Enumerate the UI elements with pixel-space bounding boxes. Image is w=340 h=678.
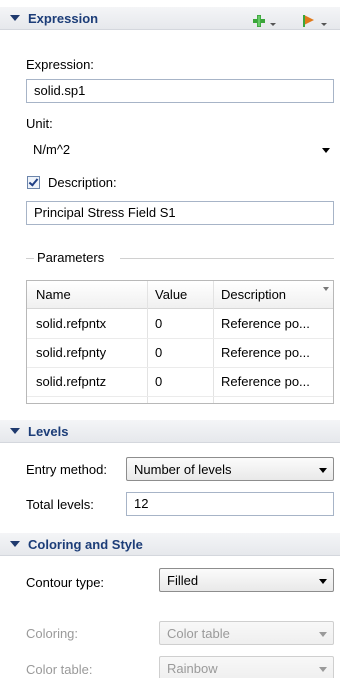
row-divider [27,396,333,397]
column-header-name[interactable]: Name [36,287,71,302]
parameters-group-line [26,258,34,259]
entry-method-select[interactable]: Number of levels [126,457,334,481]
chevron-down-icon [319,667,327,672]
color-table-label: Color table: [26,662,93,677]
chevron-down-icon [322,148,330,153]
chevron-down-icon [319,468,327,473]
table-row[interactable]: solid.refpnty 0 Reference po... [27,339,333,367]
coloring-label: Coloring: [26,626,79,641]
cell-name: solid.refpntz [36,374,107,389]
section-title: Expression [28,10,99,26]
parameters-label: Parameters [37,250,105,265]
replace-expression-button[interactable] [300,8,330,30]
parameters-group-line [120,258,334,259]
levels-section-header[interactable]: Levels [0,419,340,443]
chevron-down-icon [270,23,276,26]
coloring-section-header[interactable]: Coloring and Style [0,532,340,556]
table-row[interactable]: solid.refpntz 0 Reference po... [27,368,333,396]
cell-description: Reference po... [221,316,310,331]
section-title: Coloring and Style [28,536,143,552]
coloring-select[interactable]: Color table [159,621,334,645]
total-levels-input[interactable]: 12 [126,492,334,516]
column-header-value[interactable]: Value [155,287,187,302]
collapse-triangle-icon [10,541,20,547]
parameters-table: Name Value Description solid.refpntx 0 R… [26,280,334,404]
contour-type-select[interactable]: Filled [159,568,334,592]
unit-label: Unit: [26,116,53,131]
contour-type-value: Filled [167,573,199,588]
unit-select[interactable]: N/m^2 [26,138,334,162]
cell-name: solid.refpntx [36,316,107,331]
expression-section-header[interactable]: Expression [0,6,340,30]
cell-name: solid.refpnty [36,345,107,360]
cell-value: 0 [155,316,163,331]
check-icon [28,176,39,187]
color-table-value: Rainbow [167,661,218,676]
collapse-triangle-icon [10,15,20,21]
contour-type-label: Contour type: [26,575,105,590]
table-header: Name Value Description [27,281,333,309]
color-table-select[interactable]: Rainbow [159,656,334,678]
description-checkbox[interactable] [27,176,40,189]
entry-method-value: Number of levels [134,462,232,477]
expression-label: Expression: [26,57,94,72]
section-title: Levels [28,423,69,439]
unit-value: N/m^2 [33,142,71,157]
chevron-down-icon [321,23,327,26]
entry-method-label: Entry method: [26,462,107,477]
add-expression-button[interactable] [250,8,278,30]
chevron-down-icon [323,287,329,291]
coloring-value: Color table [167,626,230,641]
chevron-down-icon [319,579,327,584]
description-label: Description: [48,175,117,190]
description-input[interactable]: Principal Stress Field S1 [26,201,334,225]
chevron-down-icon [319,632,327,637]
total-levels-label: Total levels: [26,497,94,512]
cell-description: Reference po... [221,345,310,360]
cell-value: 0 [155,374,163,389]
collapse-triangle-icon [10,428,20,434]
flag-arrow-icon [303,15,314,27]
table-row[interactable]: solid.refpntx 0 Reference po... [27,310,333,338]
cell-value: 0 [155,345,163,360]
expression-input[interactable]: solid.sp1 [26,79,334,103]
cell-description: Reference po... [221,374,310,389]
plus-icon [253,15,265,27]
column-header-description[interactable]: Description [221,287,286,302]
